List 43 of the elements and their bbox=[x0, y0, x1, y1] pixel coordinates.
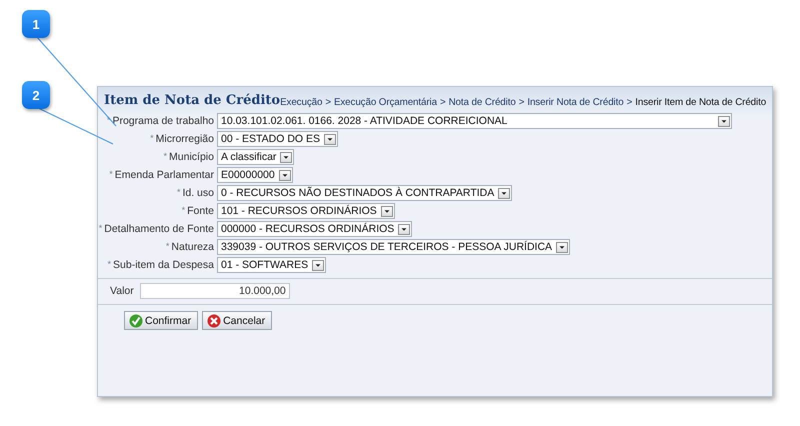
dropdown-field[interactable]: 000000 - RECURSOS ORDINÁRIOS bbox=[217, 221, 412, 237]
field-label: * Detalhamento de Fonte bbox=[98, 223, 214, 235]
dropdown-field[interactable]: 339039 - OUTROS SERVIÇOS DE TERCEIROS - PESSOA JURÍDICA bbox=[217, 239, 570, 255]
callout-badge: 1 bbox=[22, 10, 50, 38]
required-mark: * bbox=[164, 151, 168, 163]
required-mark: * bbox=[98, 223, 102, 235]
close-icon bbox=[207, 314, 222, 328]
breadcrumb-separator: > bbox=[518, 97, 524, 108]
dropdown-field[interactable]: 0 - RECURSOS NÃO DESTINADOS À CONTRAPARTIDA bbox=[217, 185, 512, 201]
breadcrumb-separator: > bbox=[325, 97, 331, 108]
value-input[interactable]: 10.000,00 bbox=[140, 283, 290, 299]
field-label: * Natureza bbox=[166, 241, 214, 253]
required-mark: * bbox=[166, 241, 170, 253]
breadcrumb-item[interactable]: Execução bbox=[280, 97, 322, 108]
breadcrumb-item[interactable]: Inserir Nota de Crédito bbox=[527, 97, 624, 108]
breadcrumb-item: Inserir Item de Nota de Crédito bbox=[635, 97, 766, 108]
field-label: * Município bbox=[164, 151, 214, 163]
breadcrumb-separator: > bbox=[626, 97, 632, 108]
breadcrumb-item[interactable]: Execução Orçamentária bbox=[334, 97, 437, 108]
field-label: * Fonte bbox=[182, 205, 214, 217]
field-label: Valor bbox=[110, 285, 134, 297]
check-icon bbox=[129, 314, 143, 328]
field-label: * Microrregião bbox=[150, 133, 214, 145]
breadcrumb-item[interactable]: Nota de Crédito bbox=[448, 97, 516, 108]
dropdown-field[interactable]: E00000000 bbox=[217, 167, 293, 183]
field-label: * Emenda Parlamentar bbox=[109, 169, 214, 181]
field-label: * Id. uso bbox=[176, 187, 214, 199]
dropdown-field[interactable]: 101 - RECURSOS ORDINÁRIOS bbox=[217, 203, 395, 219]
dropdown-field[interactable]: 00 - ESTADO DO ES bbox=[217, 131, 338, 147]
dropdown-field[interactable]: A classificar bbox=[217, 149, 294, 165]
required-mark: * bbox=[109, 169, 113, 181]
required-mark: * bbox=[182, 205, 186, 217]
required-mark: * bbox=[176, 187, 180, 199]
panel-title: Item de Nota de Crédito bbox=[104, 93, 280, 108]
callout-badge: 2 bbox=[22, 81, 50, 109]
dropdown-field[interactable]: 10.03.101.02.061. 0166. 2028 - ATIVIDADE CORREICIONAL bbox=[217, 113, 732, 129]
required-mark: * bbox=[150, 133, 154, 145]
confirm-button[interactable]: Confirmar bbox=[124, 311, 198, 330]
required-mark: * bbox=[108, 259, 112, 271]
cancel-button[interactable]: Cancelar bbox=[202, 311, 272, 330]
field-label: * Sub-item da Despesa bbox=[108, 259, 214, 271]
breadcrumb-separator: > bbox=[440, 97, 446, 108]
dropdown-field[interactable]: 01 - SOFTWARES bbox=[217, 257, 326, 273]
